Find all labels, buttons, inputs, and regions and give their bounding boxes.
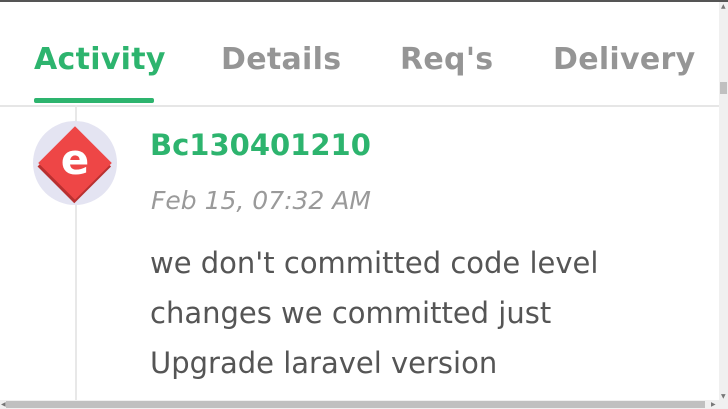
timestamp: Feb 15, 07:32 AM bbox=[151, 186, 371, 215]
tab-bar: Activity Details Req's Delivery bbox=[0, 2, 719, 107]
active-tab-indicator bbox=[34, 98, 154, 103]
vertical-scrollbar[interactable]: ▲ ▼ bbox=[719, 2, 728, 402]
horizontal-scrollbar[interactable]: ◀ ▶ bbox=[0, 400, 728, 409]
tab-delivery[interactable]: Delivery bbox=[553, 42, 695, 77]
avatar[interactable]: e bbox=[33, 121, 117, 205]
avatar-letter: e bbox=[60, 135, 90, 184]
vertical-scrollbar-thumb[interactable] bbox=[720, 82, 727, 94]
activity-message: we don't committed code level changes we… bbox=[150, 246, 599, 380]
tab-activity[interactable]: Activity bbox=[34, 42, 166, 77]
tab-details[interactable]: Details bbox=[221, 42, 341, 77]
scroll-up-arrow-icon[interactable]: ▲ bbox=[721, 4, 726, 10]
scroll-right-arrow-icon[interactable]: ▶ bbox=[711, 402, 716, 408]
tab-reqs[interactable]: Req's bbox=[400, 42, 493, 77]
scroll-left-arrow-icon[interactable]: ◀ bbox=[1, 402, 6, 408]
username-link[interactable]: Bc130401210 bbox=[150, 128, 371, 162]
horizontal-scrollbar-thumb[interactable] bbox=[6, 401, 705, 408]
